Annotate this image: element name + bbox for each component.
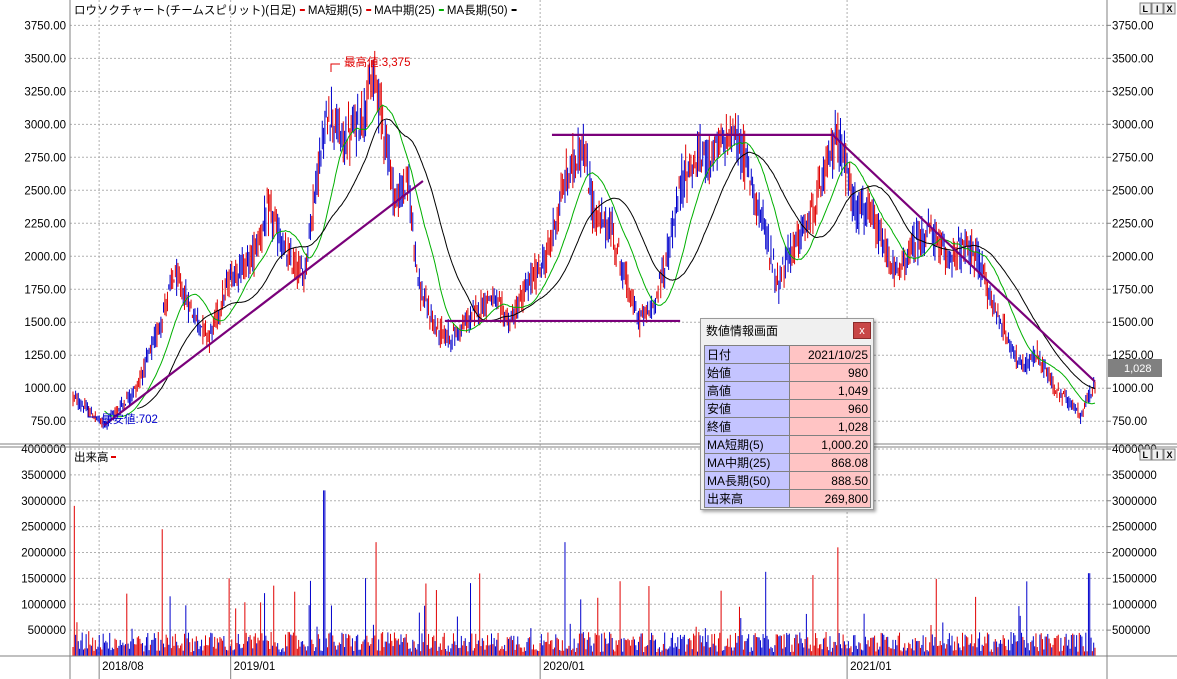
info-row-value: 868.08 xyxy=(789,453,871,472)
price-tick-label-right: 3500.00 xyxy=(1112,53,1154,65)
volume-tick-label: 3000000 xyxy=(21,496,66,508)
x-tick-label: 2020/01 xyxy=(543,661,585,673)
info-row: 終値 1,028 xyxy=(704,417,871,436)
price-tick-label: 750.00 xyxy=(31,416,66,428)
current-price-label: 1,028 xyxy=(1124,363,1152,375)
volume-tick-label-right: 3500000 xyxy=(1112,470,1157,482)
info-row-value: 1,000.20 xyxy=(789,435,871,454)
info-row-key: 始値 xyxy=(704,363,790,382)
volume-tick-label-right: 1500000 xyxy=(1112,573,1157,585)
info-row-key: 日付 xyxy=(704,345,790,364)
price-tick-label-right: 3750.00 xyxy=(1112,20,1154,32)
volume-tick-label: 1500000 xyxy=(21,573,66,585)
info-row-key: 終値 xyxy=(704,417,790,436)
price-tick-label: 3750.00 xyxy=(24,20,66,32)
price-tick-label: 2500.00 xyxy=(24,185,66,197)
info-row-key: 高値 xyxy=(704,381,790,400)
info-row-key: MA中期(25) xyxy=(704,453,790,472)
price-tick-label: 1750.00 xyxy=(24,284,66,296)
high-annotation-label: 最高値:3,375 xyxy=(344,55,410,69)
price-tick-label: 1000.00 xyxy=(24,383,66,395)
price-tick-label-right: 750.00 xyxy=(1112,416,1147,428)
price-tick-label-right: 2000.00 xyxy=(1112,251,1154,263)
current-price-badge: 1,028 xyxy=(1108,359,1162,377)
volume-legend-label: 出来高 xyxy=(74,450,109,464)
price-tick-label-right: 1750.00 xyxy=(1112,284,1154,296)
info-row: MA中期(25) 868.08 xyxy=(704,453,871,472)
info-panel-header[interactable]: 数値情報画面 x xyxy=(701,319,873,343)
volume-tick-label: 2000000 xyxy=(21,548,66,560)
price-tick-label: 1500.00 xyxy=(24,317,66,329)
price-tick-label: 2750.00 xyxy=(24,152,66,164)
price-tick-label: 2000.00 xyxy=(24,251,66,263)
main-legend: ロウソクチャート(チームスピリット)(日足) MA短期(5) MA中期(25) MA… xyxy=(74,3,517,17)
price-tick-label-right: 2500.00 xyxy=(1112,185,1154,197)
volume-tick-label: 4000000 xyxy=(21,444,66,456)
price-tick-label: 3000.00 xyxy=(24,119,66,131)
volume-tick-label-right: 2000000 xyxy=(1112,548,1157,560)
info-panel-title: 数値情報画面 xyxy=(706,324,779,338)
info-row-key: MA短期(5) xyxy=(704,435,790,454)
volume-info-button-label: I xyxy=(1156,450,1159,460)
volume-tick-label-right: 1000000 xyxy=(1112,599,1157,611)
price-tick-label: 1250.00 xyxy=(24,350,66,362)
volume-layout-button-label: L xyxy=(1143,450,1149,460)
price-tick-label-right: 1500.00 xyxy=(1112,317,1154,329)
price-tick-label-right: 2250.00 xyxy=(1112,218,1154,230)
info-panel[interactable]: 数値情報画面 x 日付 2021/10/25 始値 980 高値 1,049 安値 960 終値… xyxy=(700,318,874,510)
low-annotation-label: 最安値:702 xyxy=(101,412,158,426)
info-row-value: 960 xyxy=(789,399,871,418)
info-panel-close-button[interactable]: x xyxy=(853,322,871,339)
info-row-value: 269,800 xyxy=(789,489,871,508)
volume-close-button-label: X xyxy=(1167,450,1173,460)
price-tick-label-right: 2750.00 xyxy=(1112,152,1154,164)
info-button-label: I xyxy=(1156,4,1159,14)
info-row-key: 出来高 xyxy=(704,489,790,508)
legend-item-label: MA長期(50) xyxy=(447,4,508,17)
info-row-value: 1,049 xyxy=(789,381,871,400)
info-row-value: 888.50 xyxy=(789,471,871,490)
info-row-value: 2021/10/25 xyxy=(789,345,871,364)
price-tick-label: 3250.00 xyxy=(24,86,66,98)
info-row: 安値 960 xyxy=(704,399,871,418)
price-tick-label-right: 1000.00 xyxy=(1112,383,1154,395)
legend-item-label: MA短期(5) xyxy=(308,3,362,17)
volume-tick-label-right: 2500000 xyxy=(1112,522,1157,534)
main-window-buttons[interactable]: L I X xyxy=(1139,2,1176,15)
info-row-value: 1,028 xyxy=(789,417,871,436)
info-row-value: 980 xyxy=(789,363,871,382)
volume-tick-label-right: 3000000 xyxy=(1112,496,1157,508)
legend-item-label: MA中期(25) xyxy=(374,4,435,17)
info-row: 出来高 269,800 xyxy=(704,489,871,508)
info-row: MA長期(50) 888.50 xyxy=(704,471,871,490)
main-legend-title: ロウソクチャート(チームスピリット)(日足) xyxy=(74,4,296,17)
volume-tick-label: 1000000 xyxy=(21,599,66,611)
info-row: MA短期(5) 1,000.20 xyxy=(704,435,871,454)
info-row: 高値 1,049 xyxy=(704,381,871,400)
x-tick-label: 2018/08 xyxy=(102,661,144,673)
info-row-key: 安値 xyxy=(704,399,790,418)
price-tick-label: 3500.00 xyxy=(24,53,66,65)
x-tick-label: 2019/01 xyxy=(234,661,276,673)
info-row-key: MA長期(50) xyxy=(704,471,790,490)
volume-window-buttons[interactable]: L I X xyxy=(1139,448,1176,461)
close-button-label: X xyxy=(1167,4,1173,14)
info-table: 日付 2021/10/25 始値 980 高値 1,049 安値 960 終値 1,028 MA短期… xyxy=(704,345,871,508)
info-row: 始値 980 xyxy=(704,363,871,382)
volume-tick-label: 3500000 xyxy=(21,470,66,482)
price-tick-label-right: 3250.00 xyxy=(1112,86,1154,98)
info-row: 日付 2021/10/25 xyxy=(704,345,871,364)
layout-button-label: L xyxy=(1143,4,1149,14)
x-tick-label: 2021/01 xyxy=(850,661,892,673)
volume-tick-label: 2500000 xyxy=(21,522,66,534)
chart-canvas[interactable]: 750.00 1000.00 1250.00 1500.00 1750.00 2000.0… xyxy=(0,0,1177,679)
price-tick-label-right: 3000.00 xyxy=(1112,119,1154,131)
volume-tick-label: 500000 xyxy=(28,625,66,637)
volume-tick-label-right: 500000 xyxy=(1112,625,1150,637)
chart-window[interactable]: 750.00 1000.00 1250.00 1500.00 1750.00 2000.0… xyxy=(0,0,1177,679)
price-tick-label: 2250.00 xyxy=(24,218,66,230)
